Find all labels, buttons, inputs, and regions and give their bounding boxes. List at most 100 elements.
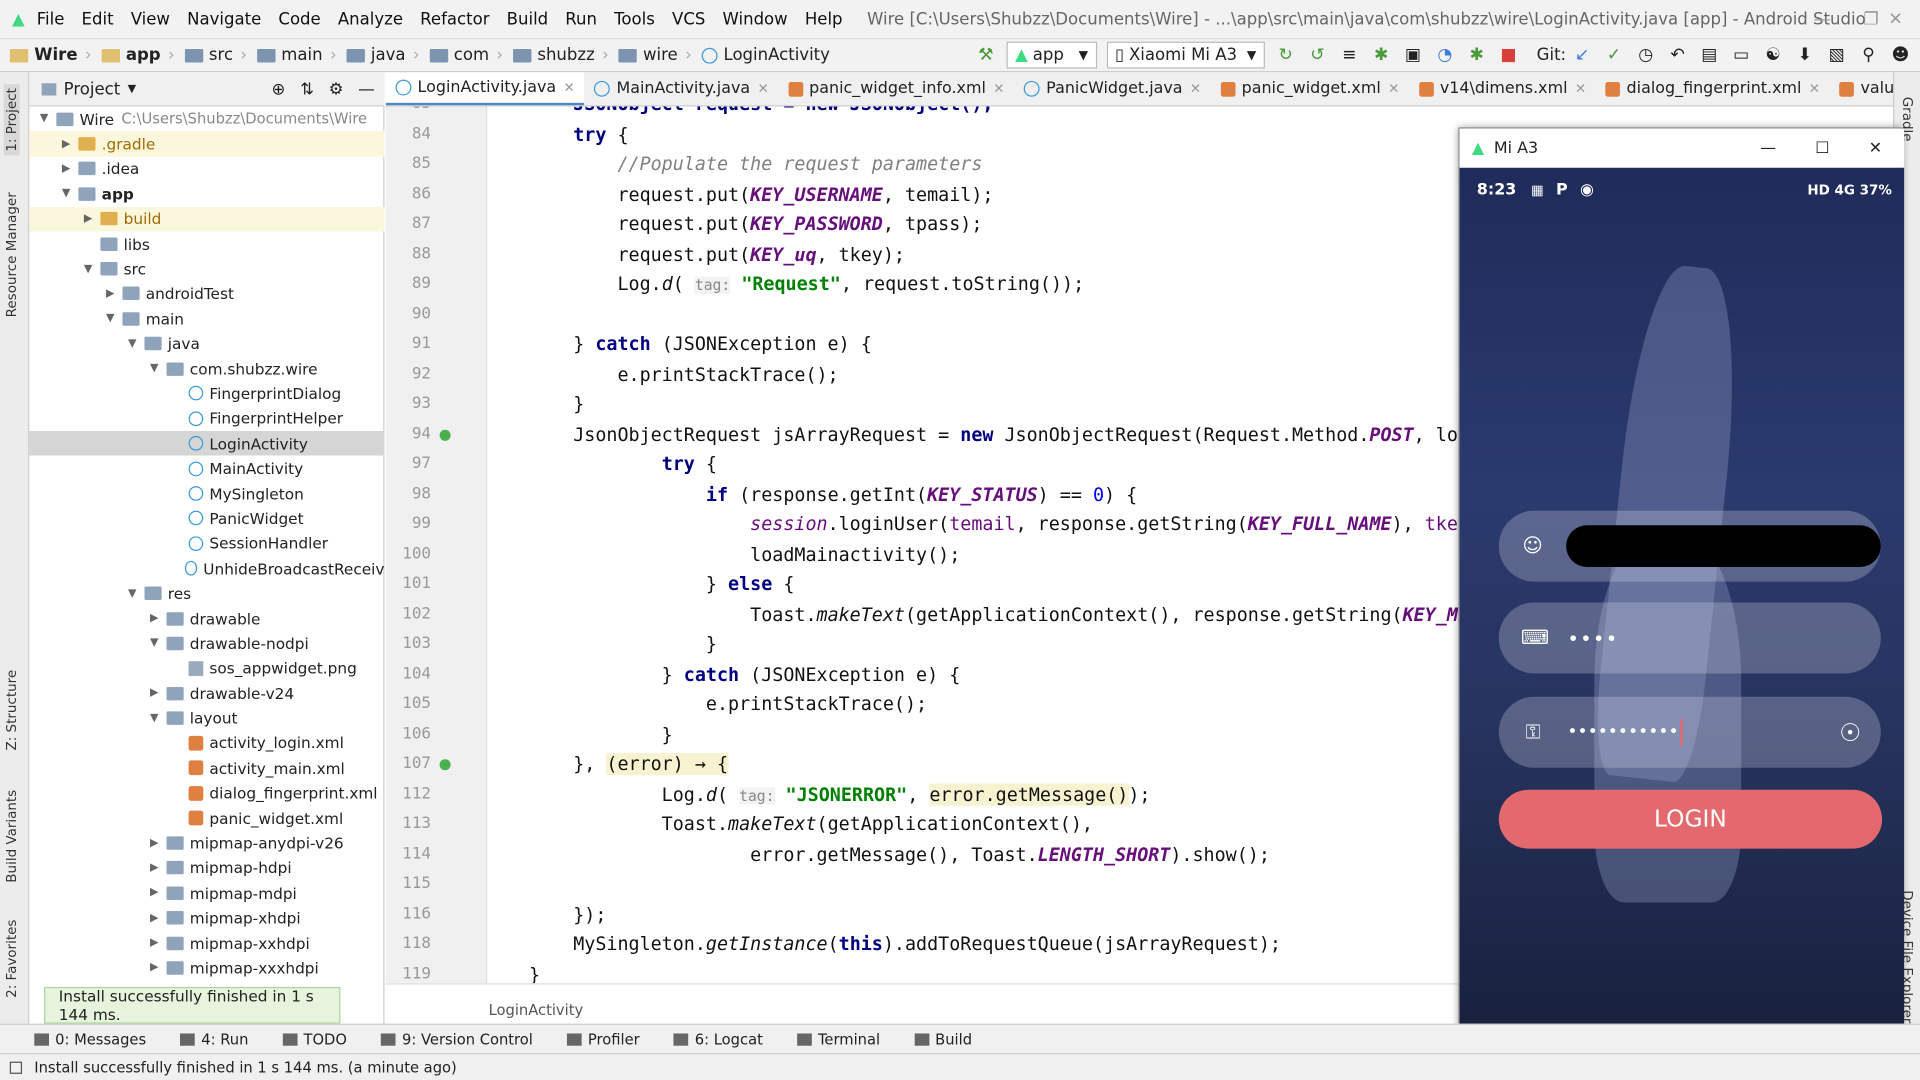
attach-debugger-icon[interactable]: ✱ [1467,45,1487,65]
user-icon[interactable]: ☻ [1891,45,1911,65]
close-tab-icon[interactable]: ✕ [993,81,1004,97]
close-tab-icon[interactable]: ✕ [1190,81,1201,97]
chevron-down-icon[interactable]: ▼ [125,587,140,599]
menu-build[interactable]: Build [507,9,548,29]
login-button[interactable]: LOGIN [1498,789,1883,849]
breadcrumb-item[interactable]: app › [101,45,175,65]
device-select[interactable]: ▯ Xiaomi Mi A3 ▼ [1106,41,1265,69]
chevron-down-icon[interactable]: ▼ [128,83,136,95]
menu-run[interactable]: Run [565,9,597,29]
tree-item[interactable]: LoginActivity [29,431,385,457]
close-icon[interactable]: ✕ [1871,0,1920,38]
tool-window-build[interactable]: Build [914,1030,972,1048]
editor-tab[interactable]: PanicWidget.java ✕ [1014,72,1211,105]
project-tool-tab[interactable]: 1: Project [3,84,20,156]
git-commit-icon[interactable]: ✓ [1604,45,1624,65]
tree-item[interactable]: ▶ .idea [29,156,384,181]
menu-help[interactable]: Help [805,9,843,29]
chevron-down-icon[interactable]: ▼ [103,313,118,325]
tree-item[interactable]: ▶ mipmap-hdpi [29,856,384,881]
tree-item[interactable]: ▶ mipmap-xxxhdpi [29,955,384,980]
key-field[interactable]: ⌨ •••• [1498,602,1881,674]
chevron-right-icon[interactable]: ▶ [103,288,118,300]
chevron-right-icon[interactable]: ▶ [147,912,162,924]
close-tab-icon[interactable]: ✕ [1809,81,1820,97]
code-editor[interactable]: JSONObject request = new JSONObject(); t… [487,106,1459,984]
tree-item[interactable]: sos_appwidget.png [29,656,384,681]
tree-item[interactable]: ▶ mipmap-xxhdpi [29,930,384,955]
tool-window-run[interactable]: 4: Run [180,1030,248,1048]
coverage-icon[interactable]: ▣ [1403,45,1423,65]
menu-analyze[interactable]: Analyze [338,9,403,29]
favorites-tab[interactable]: 2: Favorites [4,920,20,998]
tree-item[interactable]: ▶ mipmap-xhdpi [29,906,384,931]
breadcrumb-item[interactable]: main › [256,45,337,65]
menu-tools[interactable]: Tools [614,9,655,29]
editor-tab[interactable]: panic_widget_info.xml ✕ [779,72,1015,105]
tree-item[interactable]: dialog_fingerprint.xml [29,781,384,806]
breadcrumb-item[interactable]: shubzz › [512,45,609,65]
tree-item[interactable]: ▶ drawable-v24 [29,681,384,706]
tool-window-profiler[interactable]: Profiler [567,1030,640,1048]
sync-gradle-icon[interactable]: ☯ [1763,45,1783,65]
project-structure-icon[interactable]: ▤ [1700,45,1720,65]
sdk-manager-icon[interactable]: ⬇ [1795,45,1815,65]
git-update-icon[interactable]: ↙ [1572,45,1592,65]
close-tab-icon[interactable]: ✕ [757,81,768,97]
resource-manager-tab[interactable]: Resource Manager [4,192,20,317]
tree-item[interactable]: ▼ app [29,181,384,206]
tree-item[interactable]: ▼ main [29,306,384,331]
close-tab-icon[interactable]: ✕ [1575,81,1586,97]
minimize-icon[interactable]: — [1798,0,1847,38]
chevron-down-icon[interactable]: ▼ [37,113,52,125]
menu-refactor[interactable]: Refactor [420,9,489,29]
chevron-down-icon[interactable]: ▼ [147,712,162,724]
avd-manager-icon[interactable]: ▭ [1731,45,1751,65]
history-icon[interactable]: ◷ [1636,45,1656,65]
tree-item[interactable]: activity_main.xml [29,756,384,781]
status-toggle-icon[interactable] [9,1061,23,1074]
visibility-off-icon[interactable]: ☉ [1839,718,1861,747]
close-icon[interactable]: ✕ [1869,139,1882,157]
chevron-right-icon[interactable]: ▶ [147,862,162,874]
override-marker-icon[interactable] [439,429,451,441]
close-tab-icon[interactable]: ✕ [564,79,575,95]
breadcrumb-item[interactable]: com › [429,45,503,65]
tree-item[interactable]: ▼ Wire C:\Users\Shubzz\Documents\Wire [29,107,384,132]
tree-item[interactable]: ▼ src [29,256,384,281]
project-view-label[interactable]: Project [64,79,121,99]
chevron-down-icon[interactable]: ▼ [147,363,162,375]
tree-item[interactable]: ▶ build [29,206,385,232]
build-variants-tab[interactable]: Build Variants [4,790,20,883]
tree-item[interactable]: ▼ drawable-nodpi [29,631,384,656]
chevron-right-icon[interactable]: ▶ [81,213,96,225]
tool-window-version-control[interactable]: 9: Version Control [381,1030,533,1048]
password-field[interactable]: ⚿ ••••••••••• ☉ [1498,696,1881,768]
menu-edit[interactable]: Edit [82,9,114,29]
search-icon[interactable]: ⚲ [1859,45,1879,65]
minimize-icon[interactable]: — [1760,139,1776,157]
maximize-icon[interactable]: ☐ [1815,139,1829,157]
hammer-icon[interactable]: ⚒ [976,45,996,65]
tree-item[interactable]: ▶ androidTest [29,281,384,306]
chevron-down-icon[interactable]: ▼ [59,188,74,200]
tree-item[interactable]: SessionHandler [29,531,384,556]
tree-item[interactable]: ▼ java [29,331,384,356]
username-field[interactable]: ☺ [1498,510,1881,582]
list-icon[interactable]: ≡ [1340,45,1360,65]
run-config-select[interactable]: ▲ app ▼ [1006,41,1097,69]
breadcrumb-item[interactable]: LoginActivity [701,45,830,65]
chevron-down-icon[interactable]: ▼ [125,338,140,350]
editor-tab[interactable]: LoginActivity.java ✕ [385,72,585,106]
tree-item[interactable]: FingerprintDialog [29,381,384,406]
layout-inspector-icon[interactable]: ▧ [1827,45,1847,65]
breadcrumb-item[interactable]: wire › [618,45,692,65]
rerun-icon[interactable]: ↻ [1276,45,1296,65]
chevron-down-icon[interactable]: ▼ [147,637,162,649]
tree-item[interactable]: panic_widget.xml [29,806,384,831]
gear-icon[interactable]: ⚙ [329,79,344,99]
editor-tab[interactable]: dialog_fingerprint.xml ✕ [1596,72,1830,105]
chevron-right-icon[interactable]: ▶ [59,138,74,150]
tree-item[interactable]: activity_login.xml [29,731,384,756]
tree-item[interactable]: ▼ com.shubzz.wire [29,356,384,381]
